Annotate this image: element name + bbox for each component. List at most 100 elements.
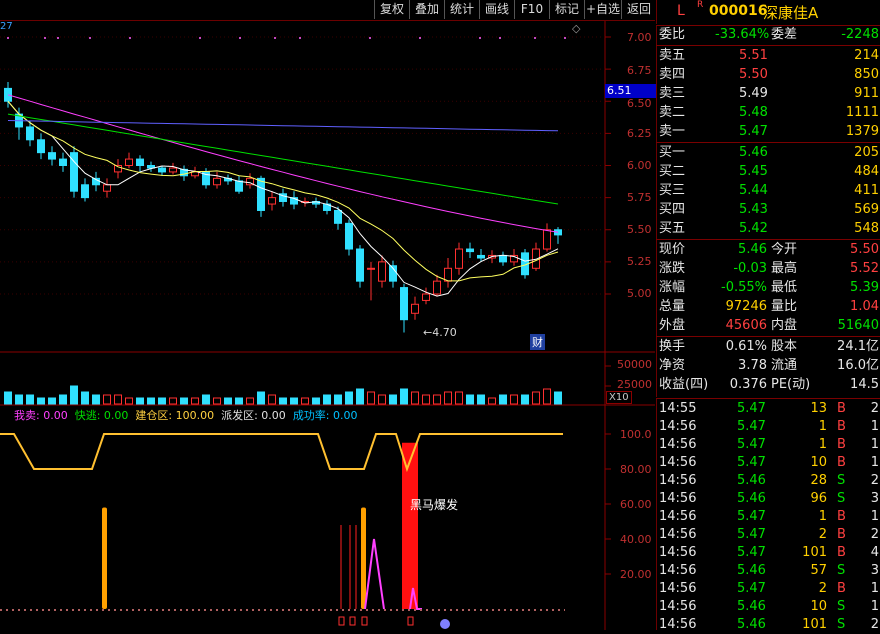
bid-level-row[interactable]: 买二 5.45 484	[657, 163, 880, 181]
mark-button[interactable]: 标记	[549, 0, 584, 19]
quote-label: 现价	[659, 242, 686, 257]
volume-bar	[356, 388, 364, 405]
tick-time: 14:56	[659, 491, 697, 506]
volume-bar	[477, 394, 485, 405]
quote-value: 5.50	[850, 242, 879, 257]
tick-row[interactable]: 14:56 5.47 1 B 1	[657, 418, 880, 436]
volume-bar	[125, 397, 133, 405]
draw-line-button[interactable]: 画线	[479, 0, 514, 19]
bid-level-row[interactable]: 买三 5.44 411	[657, 182, 880, 200]
bid-price: 5.44	[739, 183, 768, 198]
tick-side: B	[837, 527, 846, 542]
moving-average-lines	[7, 94, 559, 297]
tick-row[interactable]: 14:56 5.47 10 B 1	[657, 454, 880, 472]
ask-price: 5.49	[739, 86, 768, 101]
tick-side: S	[837, 491, 846, 506]
stats-row[interactable]: 收益(四) 0.376 PE(动) 14.5	[657, 376, 880, 394]
quote-row[interactable]: 现价 5.46 今开 5.50	[657, 241, 880, 259]
bottom-marker	[349, 616, 356, 626]
tick-volume: 57	[810, 563, 827, 578]
bid-price: 5.43	[739, 202, 768, 217]
tick-side: B	[837, 509, 846, 524]
bid-level-row[interactable]: 买五 5.42 548	[657, 220, 880, 238]
tick-volume: 101	[802, 617, 827, 632]
volume-bar	[367, 391, 375, 405]
stats-row[interactable]: 净资 3.78 流通 16.0亿	[657, 357, 880, 375]
candle-body	[158, 167, 166, 173]
quote-label: 总量	[659, 299, 686, 314]
tick-price: 5.46	[737, 617, 766, 632]
ask-level-row[interactable]: 卖五 5.51 214	[657, 47, 880, 65]
quote-value: 5.52	[850, 261, 879, 276]
stats-row[interactable]: 换手 0.61% 股本 24.1亿	[657, 338, 880, 356]
add-watchlist-button[interactable]: +自选	[584, 0, 621, 19]
tick-side: B	[837, 545, 846, 560]
candle-body	[334, 209, 342, 224]
candlestick-series	[4, 81, 562, 333]
volume-bar	[301, 397, 309, 405]
kline-chart-area[interactable]: 27 ◇ 7.00 6.75 6.50 6.25 6.00 5.75 5.50 5.25 5.0…	[0, 21, 657, 630]
price-tick: 7.00	[627, 31, 652, 44]
kline-chart[interactable]	[0, 21, 655, 630]
quote-value: -0.55%	[721, 280, 767, 295]
tick-row[interactable]: 14:56 5.46 96 S 3	[657, 490, 880, 508]
price-tick: 5.00	[627, 287, 652, 300]
marker-dot	[199, 37, 201, 39]
signal-bar	[402, 442, 418, 609]
f10-button[interactable]: F10	[514, 0, 549, 19]
tick-time: 14:56	[659, 455, 697, 470]
volume-bar	[224, 397, 232, 405]
tick-count: 1	[870, 437, 879, 452]
tick-row[interactable]: 14:56 5.47 1 B 1	[657, 436, 880, 454]
fuquan-button[interactable]: 复权	[374, 0, 409, 19]
tick-row[interactable]: 14:56 5.47 1 B 1	[657, 508, 880, 526]
ask-level-row[interactable]: 卖四 5.50 850	[657, 66, 880, 84]
tick-list[interactable]: 14:55 5.47 13 B 2 14:56 5.47 1 B 1 14:56 5.47 1 B 1 14:…	[656, 399, 880, 632]
ask-level-row[interactable]: 卖三 5.49 911	[657, 85, 880, 103]
ask-volume: 911	[854, 86, 879, 101]
stats-button[interactable]: 统计	[444, 0, 479, 19]
overlay-button[interactable]: 叠加	[409, 0, 444, 19]
tick-row[interactable]: 14:55 5.47 13 B 2	[657, 400, 880, 418]
quote-label: 最高	[771, 261, 798, 276]
ask-price: 5.48	[739, 105, 768, 120]
ask-level-row[interactable]: 卖一 5.47 1379	[657, 123, 880, 141]
volume-bar	[323, 394, 331, 405]
marker-dot	[369, 37, 371, 39]
stock-name: 深康佳A	[763, 4, 819, 22]
candle-body	[268, 197, 276, 205]
tick-time: 14:55	[659, 401, 697, 416]
tick-row[interactable]: 14:56 5.47 101 B 4	[657, 544, 880, 562]
candle-body	[125, 158, 133, 166]
bid-price: 5.42	[739, 221, 768, 236]
quote-row[interactable]: 外盘 45606 内盘 51640	[657, 317, 880, 335]
smiley-icon[interactable]	[440, 619, 450, 629]
tick-count: 2	[870, 617, 879, 632]
volume-bar	[191, 397, 199, 405]
tick-row[interactable]: 14:56 5.46 28 S 2	[657, 472, 880, 490]
back-button[interactable]: 返回	[621, 0, 656, 19]
tick-row[interactable]: 14:56 5.46 101 S 2	[657, 616, 880, 634]
quote-row[interactable]: 涨跌 -0.03 最高 5.52	[657, 260, 880, 278]
quote-row[interactable]: 涨幅 -0.55% 最低 5.39	[657, 279, 880, 297]
bid-volume: 205	[854, 145, 879, 160]
bid-level-row[interactable]: 买四 5.43 569	[657, 201, 880, 219]
price-tick: 5.25	[627, 255, 652, 268]
marker-dot	[499, 37, 501, 39]
volume-bar	[213, 397, 221, 405]
ask-level-row[interactable]: 卖二 5.48 1111	[657, 104, 880, 122]
sell-spike	[364, 538, 385, 610]
bid-level-row[interactable]: 买一 5.46 205	[657, 144, 880, 162]
tick-row[interactable]: 14:56 5.47 2 B 1	[657, 580, 880, 598]
stats-label: 流通	[771, 358, 798, 373]
tick-time: 14:56	[659, 545, 697, 560]
finance-marker[interactable]: 财	[530, 334, 545, 350]
tick-row[interactable]: 14:56 5.47 2 B 2	[657, 526, 880, 544]
tick-row[interactable]: 14:56 5.46 10 S 1	[657, 598, 880, 616]
quote-row[interactable]: 总量 97246 量比 1.04	[657, 298, 880, 316]
bid-levels: 买一 5.46 205 买二 5.45 484 买三 5.44 411 买四 5.43 569 买五 5.…	[656, 143, 880, 239]
quote-summary: 现价 5.46 今开 5.50 涨跌 -0.03 最高 5.52 涨幅 -0.55% 最低 5.39 总…	[656, 240, 880, 336]
diamond-icon[interactable]: ◇	[572, 22, 580, 35]
price-tick: 6.50	[627, 97, 652, 110]
tick-row[interactable]: 14:56 5.46 57 S 3	[657, 562, 880, 580]
